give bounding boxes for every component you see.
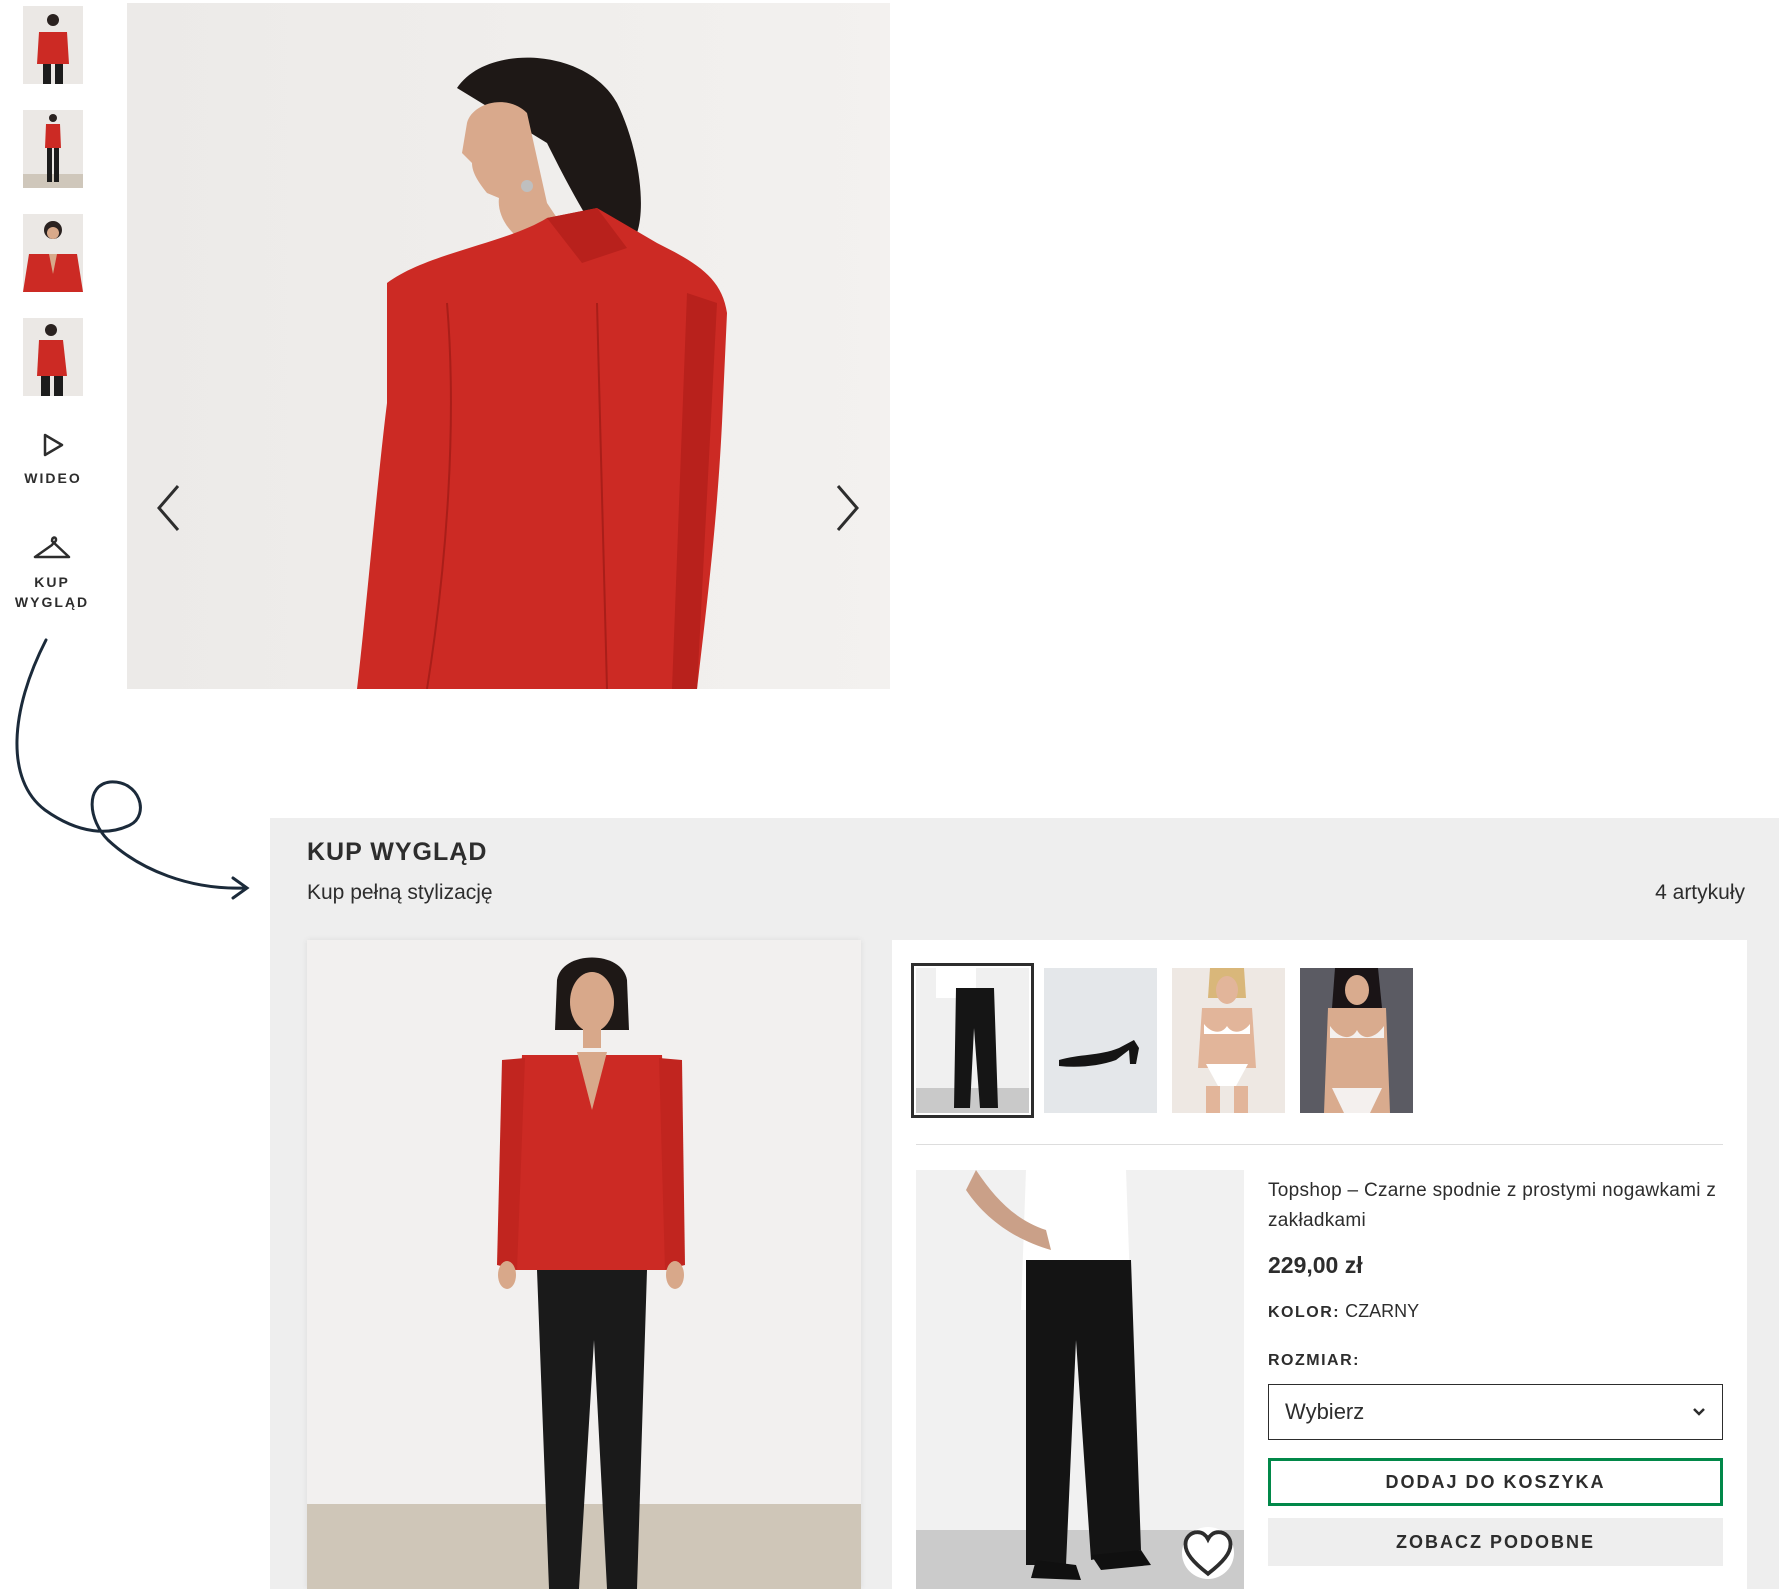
- size-label: ROZMIAR:: [1268, 1352, 1360, 1369]
- look-item-thumbnail[interactable]: [911, 963, 1034, 1118]
- shop-look-subtitle: Kup pełną stylizację: [307, 881, 493, 904]
- color-value: CZARNY: [1345, 1301, 1420, 1321]
- add-to-bag-button[interactable]: DODAJ DO KOSZYKA: [1268, 1458, 1723, 1506]
- see-similar-button[interactable]: ZOBACZ PODOBNE: [1268, 1518, 1723, 1566]
- look-item-thumbnail[interactable]: [1300, 968, 1413, 1113]
- items-count: 4 artykuły: [1655, 881, 1745, 904]
- size-select-value: Wybierz: [1285, 1399, 1365, 1424]
- color-label: KOLOR:: [1268, 1304, 1341, 1321]
- look-model-image: [307, 940, 861, 1589]
- hanger-icon: [33, 536, 71, 559]
- main-product-image: [127, 3, 890, 689]
- shop-look-title: KUP WYGLĄD: [307, 838, 488, 866]
- heart-icon: [1183, 1530, 1233, 1577]
- look-item-thumbnail[interactable]: [1044, 968, 1157, 1113]
- gallery-thumbnail[interactable]: [23, 318, 83, 396]
- product-name[interactable]: Topshop – Czarne spodnie z prostymi noga…: [1268, 1176, 1723, 1236]
- shop-look-label: KUP WYGLĄD: [14, 574, 90, 610]
- chevron-left-icon: [157, 485, 180, 531]
- video-label: WIDEO: [24, 470, 82, 486]
- save-for-later-button[interactable]: [1182, 1527, 1234, 1579]
- shop-the-look-panel: KUP WYGLĄD Kup pełną stylizację 4 artyku…: [270, 818, 1779, 1589]
- chevron-down-icon: [1693, 1408, 1705, 1416]
- gallery-thumbnail[interactable]: [23, 110, 83, 188]
- previous-image-button[interactable]: [149, 473, 189, 543]
- look-item-thumbnail[interactable]: [1172, 968, 1285, 1113]
- next-image-button[interactable]: [827, 473, 867, 543]
- product-card: Topshop – Czarne spodnie z prostymi noga…: [892, 940, 1747, 1589]
- gallery-thumbnail[interactable]: [23, 6, 83, 84]
- product-image[interactable]: [916, 1170, 1244, 1589]
- product-color: KOLOR: CZARNY: [1268, 1301, 1723, 1322]
- shop-look-button[interactable]: KUP WYGLĄD: [0, 532, 104, 612]
- divider: [916, 1144, 1723, 1145]
- product-price: 229,00 zł: [1268, 1252, 1363, 1278]
- video-button[interactable]: WIDEO: [0, 432, 106, 488]
- size-select[interactable]: Wybierz: [1268, 1384, 1723, 1440]
- curved-arrow-decoration: [15, 638, 250, 900]
- product-info: Topshop – Czarne spodnie z prostymi noga…: [1268, 1170, 1723, 1566]
- chevron-right-icon: [836, 485, 859, 531]
- gallery-thumbnail[interactable]: [23, 214, 83, 292]
- play-icon: [43, 433, 64, 457]
